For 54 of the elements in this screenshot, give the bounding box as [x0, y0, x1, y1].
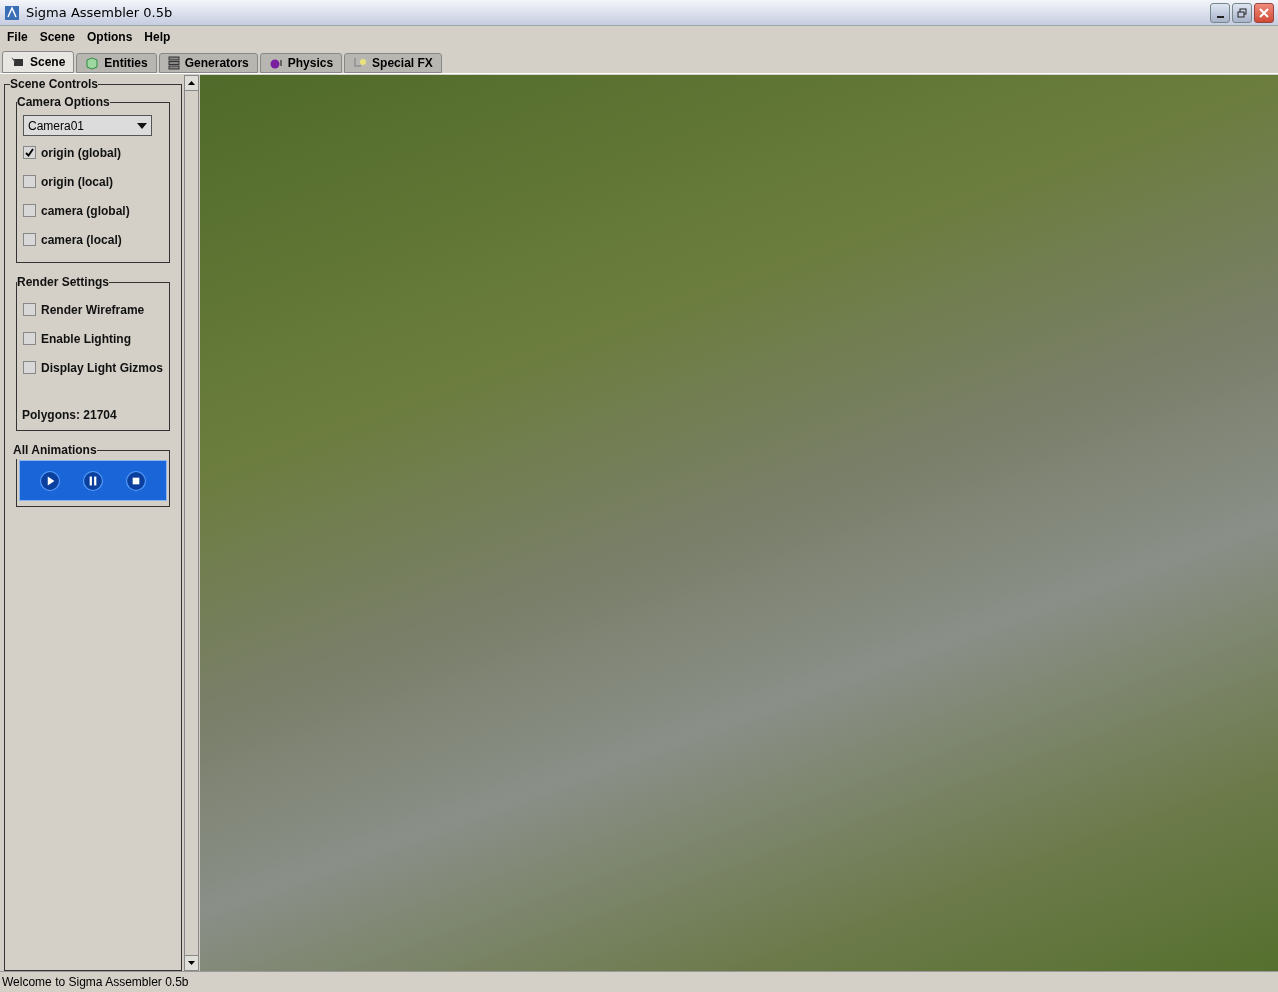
checkbox-label: origin (global) [41, 144, 121, 162]
checkbox[interactable] [23, 204, 36, 217]
status-bar: Welcome to Sigma Assembler 0.5b [0, 971, 1278, 992]
stop-button[interactable] [126, 470, 147, 491]
tab[interactable]: Physics [259, 53, 343, 73]
pause-icon [83, 470, 103, 491]
camera-icon [11, 57, 25, 67]
app-icon [4, 4, 20, 21]
tab[interactable]: Special FX [344, 53, 442, 73]
menu-item[interactable]: File [1, 28, 34, 46]
close-icon [1259, 7, 1269, 18]
checkbox[interactable] [23, 175, 36, 188]
checkbox[interactable] [23, 233, 36, 246]
checkbox-label: Display Light Gizmos [41, 359, 163, 377]
stop-icon [126, 470, 147, 491]
close-button[interactable] [1254, 2, 1274, 23]
dropdown-arrow-icon [137, 122, 147, 129]
checkbox[interactable] [23, 361, 36, 374]
menu-item[interactable]: Help [138, 28, 177, 46]
checkbox[interactable] [23, 303, 36, 316]
checkbox[interactable] [23, 332, 36, 345]
group-title: All Animations [13, 442, 97, 459]
minimize-button[interactable] [1210, 2, 1230, 23]
menu-item[interactable]: Scene [33, 28, 82, 46]
group-title: Render Settings [17, 274, 109, 291]
minimize-icon [1216, 15, 1224, 18]
polygon-count: Polygons: 21704 [22, 407, 118, 424]
restore-icon [1237, 7, 1247, 18]
stack-icon [167, 56, 180, 70]
scrollbar[interactable] [184, 75, 199, 971]
scroll-down-icon [188, 961, 195, 965]
window-title: Sigma Assembler 0.5b [26, 3, 173, 22]
panel-title: Scene Controls [10, 76, 99, 93]
checkmark-icon [25, 148, 34, 157]
checkbox[interactable] [23, 146, 36, 159]
sphere-icon [268, 57, 283, 69]
checkbox-label: camera (local) [41, 231, 122, 249]
group-title: Camera Options [17, 94, 110, 111]
tab[interactable]: Entities [76, 53, 157, 73]
tab[interactable]: Scene [2, 51, 75, 73]
checkbox-label: Enable Lighting [41, 330, 131, 348]
3d-viewport-render[interactable] [200, 75, 1278, 971]
play-icon [39, 470, 60, 491]
checkbox-label: origin (local) [41, 173, 113, 191]
checkbox-label: Render Wireframe [41, 301, 145, 319]
restore-button[interactable] [1232, 2, 1252, 23]
camera-dropdown[interactable]: Camera01 [23, 115, 152, 136]
play-button[interactable] [39, 470, 60, 491]
checkbox-label: camera (global) [41, 202, 130, 220]
scroll-up-icon [188, 81, 195, 85]
tab[interactable]: Generators [158, 53, 258, 73]
pause-button[interactable] [83, 470, 103, 491]
cube-icon [85, 56, 100, 70]
menu-item[interactable]: Options [81, 28, 139, 46]
